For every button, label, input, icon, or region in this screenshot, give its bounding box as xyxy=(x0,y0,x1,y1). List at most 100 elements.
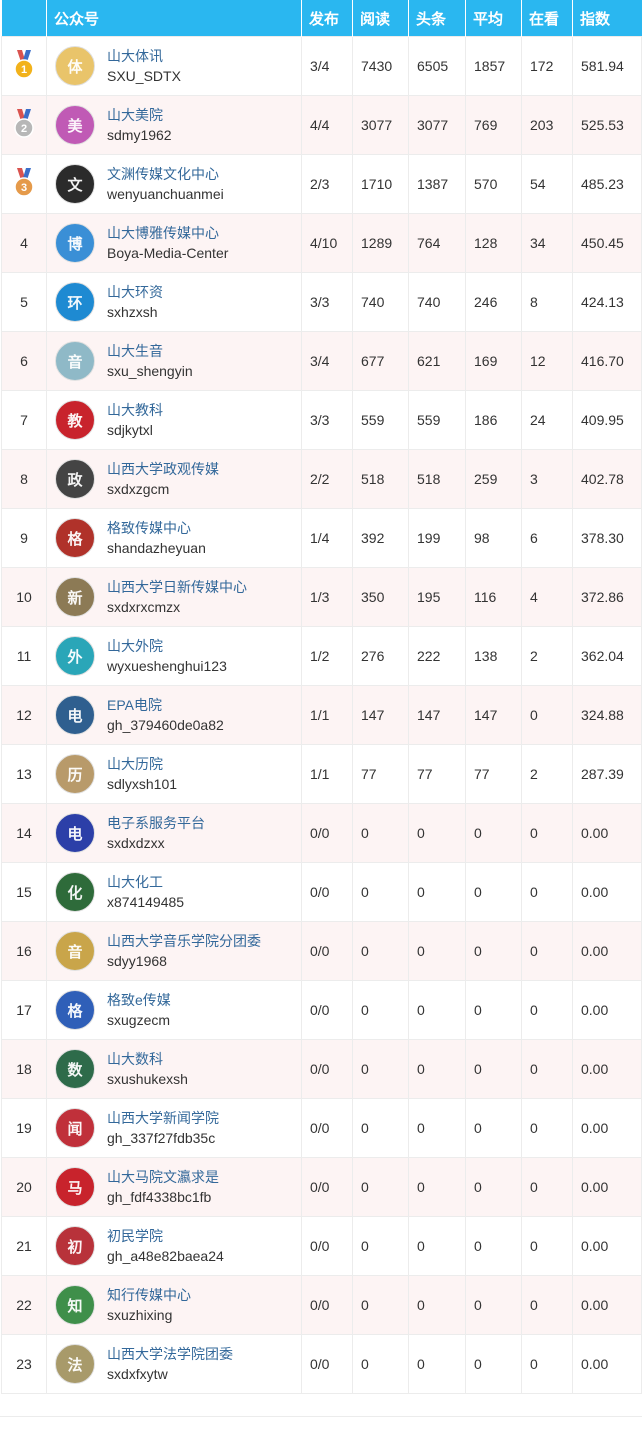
account-avatar[interactable]: 格 xyxy=(55,990,95,1030)
account-name[interactable]: 山大数科 xyxy=(107,1049,188,1069)
account-avatar[interactable]: 政 xyxy=(55,459,95,499)
table-row[interactable]: 3 文 文渊传媒文化中心 wenyuanchuanmei 2/3 1710 13… xyxy=(1,154,642,214)
table-row[interactable]: 13 历 山大历院 sdlyxsh101 1/1 77 77 77 2 287.… xyxy=(1,744,642,804)
account-cell[interactable]: 电 电子系服务平台 sxdxdzxx xyxy=(46,803,302,863)
account-avatar[interactable]: 历 xyxy=(55,754,95,794)
table-row[interactable]: 1 体 山大体讯 SXU_SDTX 3/4 7430 6505 1857 172… xyxy=(1,36,642,96)
table-row[interactable]: 21 初 初民学院 gh_a48e82baea24 0/0 0 0 0 0 0.… xyxy=(1,1216,642,1276)
account-cell[interactable]: 格 格致传媒中心 shandazheyuan xyxy=(46,508,302,568)
account-name[interactable]: 山大历院 xyxy=(107,754,177,774)
table-row[interactable]: 2 美 山大美院 sdmy1962 4/4 3077 3077 769 203 … xyxy=(1,95,642,155)
index-cell[interactable]: 0.00 xyxy=(572,1157,642,1217)
table-row[interactable]: 7 教 山大教科 sdjkytxl 3/3 559 559 186 24 409… xyxy=(1,390,642,450)
index-cell[interactable]: 424.13 xyxy=(572,272,642,332)
account-info[interactable]: 外 山大外院 wyxueshenghui123 xyxy=(47,636,301,676)
header-index[interactable]: 指数 xyxy=(572,0,642,37)
index-cell[interactable]: 0.00 xyxy=(572,1098,642,1158)
account-info[interactable]: 初 初民学院 gh_a48e82baea24 xyxy=(47,1226,301,1266)
account-name[interactable]: 山大外院 xyxy=(107,636,227,656)
account-info[interactable]: 体 山大体讯 SXU_SDTX xyxy=(47,46,301,86)
account-avatar[interactable]: 格 xyxy=(55,518,95,558)
index-cell[interactable]: 0.00 xyxy=(572,803,642,863)
account-name[interactable]: 山大教科 xyxy=(107,400,163,420)
account-avatar[interactable]: 电 xyxy=(55,695,95,735)
account-info[interactable]: 化 山大化工 x874149485 xyxy=(47,872,301,912)
account-info[interactable]: 数 山大数科 sxushukexsh xyxy=(47,1049,301,1089)
account-avatar[interactable]: 新 xyxy=(55,577,95,617)
table-row[interactable]: 14 电 电子系服务平台 sxdxdzxx 0/0 0 0 0 0 0.00 xyxy=(1,803,642,863)
account-avatar[interactable]: 法 xyxy=(55,1344,95,1384)
account-info[interactable]: 格 格致传媒中心 shandazheyuan xyxy=(47,518,301,558)
table-row[interactable]: 12 电 EPA电院 gh_379460de0a82 1/1 147 147 1… xyxy=(1,685,642,745)
index-cell[interactable]: 0.00 xyxy=(572,980,642,1040)
account-cell[interactable]: 体 山大体讯 SXU_SDTX xyxy=(46,36,302,96)
account-info[interactable]: 电 电子系服务平台 sxdxdzxx xyxy=(47,813,301,853)
table-row[interactable]: 10 新 山西大学日新传媒中心 sxdxrxcmzx 1/3 350 195 1… xyxy=(1,567,642,627)
index-cell[interactable]: 0.00 xyxy=(572,1334,642,1394)
header-publish[interactable]: 发布 xyxy=(301,0,353,37)
account-info[interactable]: 格 格致e传媒 sxugzecm xyxy=(47,990,301,1030)
account-avatar[interactable]: 马 xyxy=(55,1167,95,1207)
account-cell[interactable]: 新 山西大学日新传媒中心 sxdxrxcmzx xyxy=(46,567,302,627)
account-avatar[interactable]: 化 xyxy=(55,872,95,912)
header-headline[interactable]: 头条 xyxy=(408,0,466,37)
index-cell[interactable]: 362.04 xyxy=(572,626,642,686)
account-name[interactable]: 山西大学音乐学院分团委 xyxy=(107,931,261,951)
account-cell[interactable]: 法 山西大学法学院团委 sxdxfxytw xyxy=(46,1334,302,1394)
index-cell[interactable]: 287.39 xyxy=(572,744,642,804)
table-row[interactable]: 16 音 山西大学音乐学院分团委 sdyy1968 0/0 0 0 0 0 0.… xyxy=(1,921,642,981)
account-cell[interactable]: 音 山西大学音乐学院分团委 sdyy1968 xyxy=(46,921,302,981)
account-avatar[interactable]: 初 xyxy=(55,1226,95,1266)
account-cell[interactable]: 闻 山西大学新闻学院 gh_337f27fdb35c xyxy=(46,1098,302,1158)
table-row[interactable]: 20 马 山大马院文瀛求是 gh_fdf4338bc1fb 0/0 0 0 0 … xyxy=(1,1157,642,1217)
account-avatar[interactable]: 音 xyxy=(55,341,95,381)
account-info[interactable]: 历 山大历院 sdlyxsh101 xyxy=(47,754,301,794)
account-name[interactable]: 格致e传媒 xyxy=(107,990,171,1010)
table-row[interactable]: 4 博 山大博雅传媒中心 Boya-Media-Center 4/10 1289… xyxy=(1,213,642,273)
index-cell[interactable]: 581.94 xyxy=(572,36,642,96)
index-cell[interactable]: 409.95 xyxy=(572,390,642,450)
account-cell[interactable]: 历 山大历院 sdlyxsh101 xyxy=(46,744,302,804)
account-cell[interactable]: 文 文渊传媒文化中心 wenyuanchuanmei xyxy=(46,154,302,214)
index-cell[interactable]: 525.53 xyxy=(572,95,642,155)
index-cell[interactable]: 402.78 xyxy=(572,449,642,509)
index-cell[interactable]: 324.88 xyxy=(572,685,642,745)
account-name[interactable]: 山西大学日新传媒中心 xyxy=(107,577,247,597)
account-avatar[interactable]: 闻 xyxy=(55,1108,95,1148)
table-row[interactable]: 15 化 山大化工 x874149485 0/0 0 0 0 0 0.00 xyxy=(1,862,642,922)
account-name[interactable]: 初民学院 xyxy=(107,1226,224,1246)
account-name[interactable]: 知行传媒中心 xyxy=(107,1285,191,1305)
index-cell[interactable]: 450.45 xyxy=(572,213,642,273)
account-name[interactable]: 文渊传媒文化中心 xyxy=(107,164,224,184)
account-info[interactable]: 闻 山西大学新闻学院 gh_337f27fdb35c xyxy=(47,1108,301,1148)
account-info[interactable]: 电 EPA电院 gh_379460de0a82 xyxy=(47,695,301,735)
account-name[interactable]: 山大生音 xyxy=(107,341,193,361)
account-name[interactable]: 格致传媒中心 xyxy=(107,518,206,538)
account-cell[interactable]: 教 山大教科 sdjkytxl xyxy=(46,390,302,450)
table-row[interactable]: 22 知 知行传媒中心 sxuzhixing 0/0 0 0 0 0 0.00 xyxy=(1,1275,642,1335)
table-row[interactable]: 5 环 山大环资 sxhzxsh 3/3 740 740 246 8 424.1… xyxy=(1,272,642,332)
account-info[interactable]: 环 山大环资 sxhzxsh xyxy=(47,282,301,322)
account-cell[interactable]: 化 山大化工 x874149485 xyxy=(46,862,302,922)
account-cell[interactable]: 环 山大环资 sxhzxsh xyxy=(46,272,302,332)
account-info[interactable]: 马 山大马院文瀛求是 gh_fdf4338bc1fb xyxy=(47,1167,301,1207)
table-row[interactable]: 23 法 山西大学法学院团委 sxdxfxytw 0/0 0 0 0 0 0.0… xyxy=(1,1334,642,1394)
account-name[interactable]: 电子系服务平台 xyxy=(107,813,205,833)
account-cell[interactable]: 政 山西大学政观传媒 sxdxzgcm xyxy=(46,449,302,509)
account-info[interactable]: 新 山西大学日新传媒中心 sxdxrxcmzx xyxy=(47,577,301,617)
table-row[interactable]: 19 闻 山西大学新闻学院 gh_337f27fdb35c 0/0 0 0 0 … xyxy=(1,1098,642,1158)
header-average[interactable]: 平均 xyxy=(465,0,522,37)
account-info[interactable]: 文 文渊传媒文化中心 wenyuanchuanmei xyxy=(47,164,301,204)
account-info[interactable]: 知 知行传媒中心 sxuzhixing xyxy=(47,1285,301,1325)
account-info[interactable]: 政 山西大学政观传媒 sxdxzgcm xyxy=(47,459,301,499)
account-name[interactable]: 山大博雅传媒中心 xyxy=(107,223,228,243)
account-avatar[interactable]: 音 xyxy=(55,931,95,971)
index-cell[interactable]: 0.00 xyxy=(572,921,642,981)
header-account[interactable]: 公众号 xyxy=(46,0,302,37)
account-avatar[interactable]: 环 xyxy=(55,282,95,322)
account-cell[interactable]: 外 山大外院 wyxueshenghui123 xyxy=(46,626,302,686)
account-name[interactable]: 山大马院文瀛求是 xyxy=(107,1167,219,1187)
index-cell[interactable]: 372.86 xyxy=(572,567,642,627)
account-cell[interactable]: 博 山大博雅传媒中心 Boya-Media-Center xyxy=(46,213,302,273)
account-avatar[interactable]: 外 xyxy=(55,636,95,676)
